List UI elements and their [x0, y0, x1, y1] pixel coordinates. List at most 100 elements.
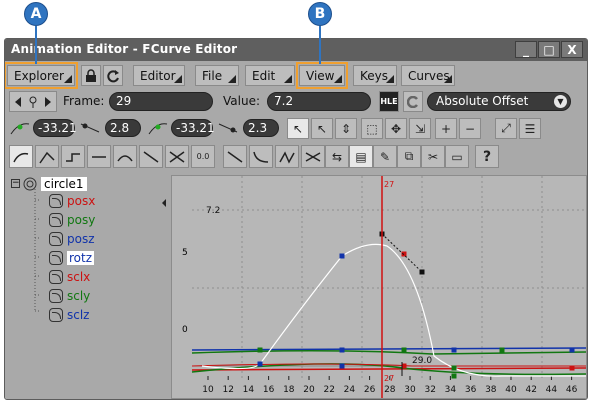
tree-item-label: scly — [67, 288, 91, 303]
file-menu[interactable]: File — [195, 65, 239, 86]
right-slope-field[interactable]: -33.21 — [171, 119, 215, 137]
fcurve-icon — [49, 288, 63, 303]
linear-button[interactable] — [35, 145, 59, 168]
unify-tangent-icon — [143, 150, 159, 163]
relative-mode-button[interactable] — [403, 91, 423, 112]
playhead-label-top: 27 — [384, 180, 395, 189]
tree-item-rotz[interactable]: rotz — [49, 249, 95, 266]
edit-menu[interactable]: Edit — [245, 65, 295, 86]
curve-key — [569, 365, 575, 371]
fcurve-graph[interactable]: 10 12 14 16 18 20 22 24 26 28 30 32 34 36 38 40 42 44 46 7… — [171, 175, 587, 399]
curve-key — [257, 361, 263, 367]
paste-keys-button[interactable]: ▭ — [445, 145, 469, 168]
copy-keys-button[interactable]: ⧉ — [397, 145, 421, 168]
x-tick-label: 28 — [384, 385, 396, 395]
linear-icon — [39, 151, 55, 163]
table-view-button[interactable]: ▤ — [349, 145, 373, 168]
select-tool-button[interactable]: ↖ — [287, 118, 309, 139]
tree-item-scly[interactable]: scly — [49, 287, 90, 304]
curve-key — [401, 347, 407, 353]
view-menu[interactable]: View — [296, 62, 348, 89]
x-tick-label: 10 — [202, 385, 214, 395]
keys-menu[interactable]: Keys — [353, 65, 397, 86]
unify-tangent-button[interactable] — [139, 145, 163, 168]
refresh-icon — [107, 69, 119, 82]
tree-item-posy[interactable]: posy — [49, 211, 95, 228]
curve-key — [339, 253, 345, 259]
curve-key — [257, 347, 263, 353]
flat-tangent-button[interactable] — [87, 145, 111, 168]
help-button[interactable]: ? — [475, 145, 499, 168]
pan-tool-button[interactable]: ✥ — [385, 118, 407, 139]
cycle-button[interactable] — [275, 145, 299, 168]
hle-label: HLE — [380, 97, 398, 106]
select-key-icon: ↖ — [316, 121, 328, 136]
slope-button[interactable] — [223, 145, 247, 168]
break-tangent-button[interactable] — [165, 145, 189, 168]
tree-item-sclx[interactable]: sclx — [49, 268, 90, 285]
lock-button[interactable] — [81, 65, 101, 86]
explorer-menu[interactable]: Explorer — [5, 62, 78, 89]
smooth-tangent-button[interactable] — [113, 145, 137, 168]
file-menu-label: File — [202, 68, 223, 83]
cut-keys-button[interactable]: ✂ — [421, 145, 445, 168]
list-view-button[interactable]: ☰ — [519, 118, 541, 139]
add-key-icon: + — [440, 121, 452, 136]
hle-button[interactable]: HLE — [379, 91, 399, 112]
move-key-tool-button[interactable]: ⇕ — [335, 118, 357, 139]
graph-canvas[interactable]: 10 12 14 16 18 20 22 24 26 28 30 32 34 36 38 40 42 44 46 — [172, 176, 586, 398]
list-view-icon: ☰ — [524, 121, 536, 136]
frame-readout: 29.0 — [412, 356, 433, 366]
left-length-field[interactable]: 2.8 — [105, 119, 141, 137]
chevron-down-icon: ▼ — [554, 95, 567, 108]
zero-one-button[interactable]: 0.0 — [191, 145, 215, 168]
constant-button[interactable] — [61, 145, 85, 168]
tree-item-posx[interactable]: posx — [49, 192, 95, 209]
edit-keys-icon: ✎ — [379, 149, 391, 164]
animation-editor-window: Animation Editor - FCurve Editor _ □ X E… — [4, 38, 588, 400]
frame-all-button[interactable]: ⤢ — [495, 118, 517, 139]
x-tick-label: 18 — [283, 385, 295, 395]
offset-mode-dropdown[interactable]: Absolute Offset ▼ — [427, 92, 571, 111]
remove-key-tool-button[interactable]: − — [459, 118, 481, 139]
refresh-button[interactable] — [103, 65, 123, 86]
maximize-button[interactable]: □ — [538, 41, 560, 58]
editor-menu-label: Editor — [140, 68, 176, 83]
left-slope-field[interactable]: -33.21 — [33, 119, 77, 137]
select-key-tool-button[interactable]: ↖ — [311, 118, 333, 139]
curve-key — [339, 347, 345, 353]
collapse-icon[interactable]: − — [11, 179, 20, 188]
scale-tool-button[interactable]: ⇲ — [409, 118, 431, 139]
curve-key — [499, 347, 505, 353]
value-field[interactable]: 7.2 — [267, 92, 371, 111]
constant-icon — [66, 152, 80, 162]
right-length-field[interactable]: 2.3 — [243, 119, 279, 137]
curve-key — [451, 347, 457, 353]
curve-posx — [191, 367, 586, 371]
flat-tangent-icon — [92, 155, 106, 158]
explorer-splitter[interactable] — [160, 171, 170, 399]
region-select-tool-button[interactable]: ⬚ — [361, 118, 383, 139]
edit-keys-button[interactable]: ✎ — [373, 145, 397, 168]
swap-button[interactable] — [301, 145, 325, 168]
window-title: Animation Editor - FCurve Editor — [11, 42, 238, 56]
minimize-button[interactable]: _ — [515, 41, 537, 58]
spline-button[interactable] — [9, 145, 33, 168]
x-tick-label: 32 — [424, 385, 435, 395]
title-bar[interactable]: Animation Editor - FCurve Editor _ □ X — [5, 39, 587, 61]
tree-item-posz[interactable]: posz — [49, 230, 95, 247]
tree-item-sclz[interactable]: sclz — [49, 306, 89, 323]
add-key-tool-button[interactable]: + — [435, 118, 457, 139]
x-tick-label: 26 — [364, 385, 376, 395]
curves-menu[interactable]: Curves — [401, 65, 455, 86]
key-navigator[interactable] — [9, 91, 57, 112]
frame-value-bar: Frame: 29 Value: 7.2 HLE Absolute Offset… — [5, 90, 587, 114]
tree-item-label: posx — [67, 193, 96, 208]
frame-field[interactable]: 29 — [109, 92, 213, 111]
ease-button[interactable] — [249, 145, 273, 168]
move-keys-button[interactable]: ⇆ — [325, 145, 349, 168]
x-tick-label: 14 — [243, 385, 255, 395]
curve-rotz — [201, 243, 586, 377]
close-button[interactable]: X — [561, 41, 583, 58]
editor-menu[interactable]: Editor — [133, 65, 185, 86]
